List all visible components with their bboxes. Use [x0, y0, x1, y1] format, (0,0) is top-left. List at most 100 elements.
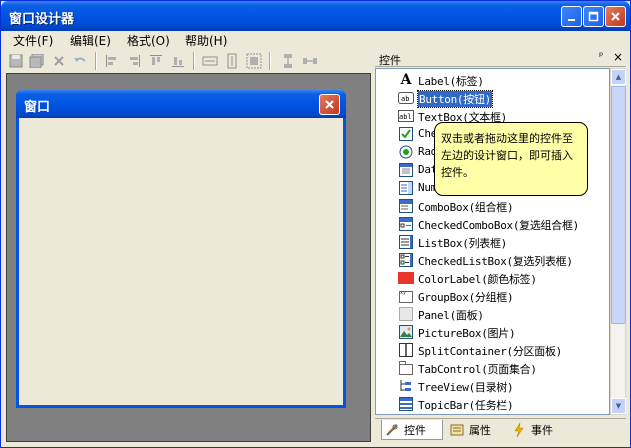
topicbar-icon [398, 396, 414, 412]
tool-label: Label(标签) [418, 75, 484, 88]
toolbar-separator [95, 52, 97, 70]
form-title-bar[interactable]: 窗口 [16, 90, 346, 118]
undo-button[interactable] [71, 52, 89, 70]
minimize-button[interactable] [561, 6, 582, 27]
svg-text:xy: xy [400, 290, 406, 296]
close-button[interactable] [605, 6, 626, 27]
menu-help[interactable]: 帮助(H) [183, 32, 229, 49]
checkbox-icon [398, 126, 414, 142]
tool-label: ComboBox(组合框) [418, 201, 514, 214]
toolbox-title: 控件 [379, 54, 401, 67]
title-bar[interactable]: 窗口设计器 [1, 1, 630, 31]
align-left-icon [106, 55, 116, 67]
radio-icon [398, 144, 414, 160]
checkedcombobox-icon [398, 216, 414, 232]
label-icon: A [400, 72, 412, 88]
save-icon [9, 54, 23, 68]
tab-label: 控件 [404, 423, 426, 437]
scroll-up-icon[interactable]: ▲ [611, 69, 626, 85]
align-bottom-button[interactable] [169, 52, 187, 70]
pin-icon[interactable]: ᵖ [599, 51, 603, 62]
tool-label: CheckedComboBox(复选组合框) [418, 219, 579, 232]
datetime-icon [398, 162, 414, 178]
tool-label: TabControl(页面集合) [418, 363, 537, 376]
menu-edit[interactable]: 编辑(E) [68, 32, 113, 49]
textbox-icon: abl [398, 108, 414, 124]
same-height-icon [227, 53, 237, 69]
toolbox-panel: 控件 ᵖ × A Label(标签) ab Button(按钮) abl Tex… [373, 50, 628, 442]
treeview-icon [398, 378, 414, 394]
toolbox-tabs: 控件 属性 事件 [375, 418, 626, 440]
align-left-button[interactable] [103, 52, 121, 70]
tab-properties[interactable]: 属性 [447, 420, 505, 440]
horizontal-spacing-icon [303, 58, 317, 64]
tool-label: CheckedListBox(复选列表框) [418, 255, 573, 268]
save-all-icon [29, 54, 44, 68]
numeric-icon [398, 180, 414, 196]
same-size-button[interactable] [245, 52, 263, 70]
svg-text:ab: ab [401, 95, 409, 103]
menu-format[interactable]: 格式(O) [125, 32, 172, 49]
align-right-button[interactable] [125, 52, 143, 70]
lightning-icon [511, 422, 527, 438]
colorlabel-icon [398, 270, 414, 286]
picturebox-icon [398, 324, 414, 340]
scroll-down-icon[interactable]: ▼ [611, 398, 626, 414]
same-width-button[interactable] [201, 52, 219, 70]
maximize-button[interactable] [583, 6, 604, 27]
tool-label: Button(按钮) [417, 90, 493, 108]
window-title: 窗口设计器 [9, 12, 75, 27]
align-top-icon [150, 55, 162, 65]
tool-label: TopicBar(任务栏) [418, 399, 514, 412]
tabcontrol-icon [398, 360, 414, 376]
tool-label: PictureBox(图片) [418, 327, 516, 340]
toolbar [3, 50, 373, 72]
tool-label: GroupBox(分组框) [418, 291, 514, 304]
delete-icon [54, 56, 64, 66]
tools-icon [384, 422, 400, 438]
tab-controls[interactable]: 控件 [381, 420, 443, 440]
checkedlistbox-icon [398, 252, 414, 268]
tooltip: 双击或者拖动这里的控件至左边的设计窗口，即可插入控件。 [434, 122, 588, 196]
save-all-button[interactable] [28, 52, 46, 70]
undo-icon [74, 57, 86, 62]
vertical-spacing-button[interactable] [279, 52, 297, 70]
toolbox-header: 控件 ᵖ × [375, 50, 626, 67]
scroll-thumb[interactable] [611, 86, 626, 324]
toolbar-separator [269, 52, 271, 70]
tool-label: Panel(面板) [418, 309, 484, 322]
tooltip-text: 双击或者拖动这里的控件至左边的设计窗口，即可插入控件。 [441, 132, 573, 179]
menu-file[interactable]: 文件(F) [11, 32, 55, 49]
delete-button[interactable] [50, 52, 68, 70]
toolbox-scrollbar[interactable]: ▲ ▼ [610, 68, 626, 415]
tool-label: ListBox(列表框) [418, 237, 508, 250]
toolbox-list: A Label(标签) ab Button(按钮) abl TextBox(文本… [375, 68, 610, 415]
toolbar-separator [193, 52, 195, 70]
form-close-button[interactable] [319, 94, 340, 115]
same-width-icon [202, 56, 218, 66]
vertical-spacing-icon [284, 54, 292, 68]
combobox-icon [398, 198, 414, 214]
panel-icon [398, 306, 414, 322]
toolbox-close-button[interactable]: × [613, 50, 623, 64]
close-icon [611, 12, 620, 21]
align-top-button[interactable] [147, 52, 165, 70]
properties-icon [449, 422, 465, 438]
tab-events[interactable]: 事件 [509, 420, 567, 440]
same-height-button[interactable] [223, 52, 241, 70]
button-icon: ab [398, 90, 414, 106]
splitcontainer-icon [398, 342, 414, 358]
horizontal-spacing-button[interactable] [301, 52, 319, 70]
save-button[interactable] [7, 52, 25, 70]
groupbox-icon: xy [398, 288, 414, 304]
form-title: 窗口 [24, 100, 51, 115]
listbox-icon [398, 234, 414, 250]
tab-label: 事件 [531, 424, 553, 437]
tool-label: ColorLabel(颜色标签) [418, 273, 537, 286]
design-form[interactable]: 窗口 [16, 90, 346, 408]
svg-text:abl: abl [399, 113, 412, 121]
menu-bar: 文件(F) 编辑(E) 格式(O) 帮助(H) [3, 31, 628, 49]
align-right-icon [130, 55, 140, 67]
tool-label: SplitContainer(分区面板) [418, 345, 562, 358]
align-bottom-icon [172, 57, 184, 67]
